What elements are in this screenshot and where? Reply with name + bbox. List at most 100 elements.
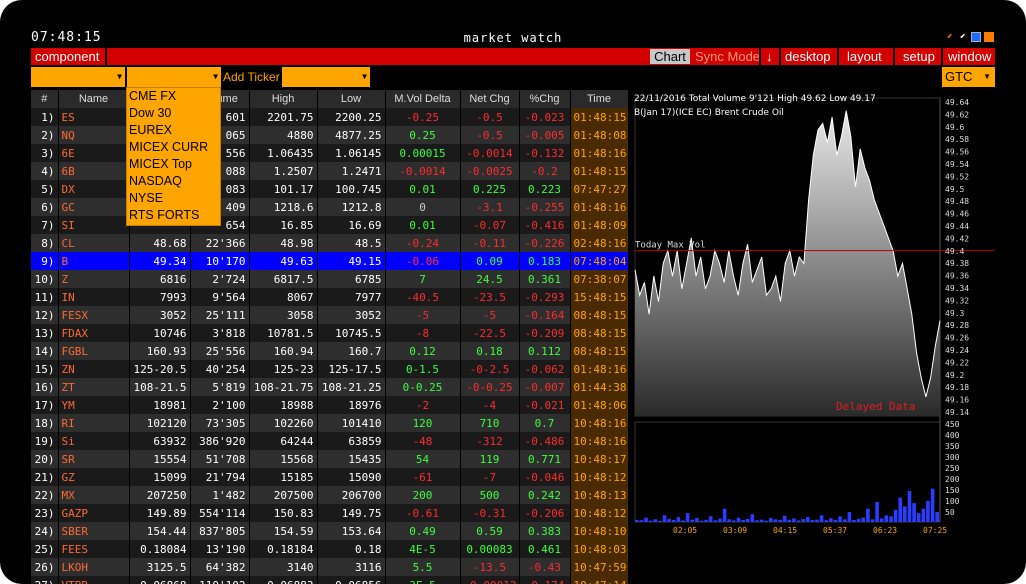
table-row[interactable]: 17) YM 18981 2'100 18988 18976 -2 -4 -0.021 01:48…	[31, 396, 629, 414]
table-row[interactable]: 23) GAZP 149.89 554'114 150.83 149.75 -0.61 -0.…	[31, 504, 629, 522]
chevron-down-icon: ▼	[362, 72, 367, 81]
price-tick-label: 49.38	[945, 259, 969, 268]
percent-change: -0.43	[519, 558, 571, 576]
table-row[interactable]: 2) NQ 065 4880 4877.25 0.25 -0.5 -0.005 01:48:08	[31, 126, 629, 144]
volume-tick-label: 450	[945, 420, 960, 429]
table-row[interactable]: 15) ZN 125-20.5 40'254 125-23 125-17.5 0-1.5 -0…	[31, 360, 629, 378]
column-header[interactable]: Net Chg	[460, 90, 520, 108]
table-row[interactable]: 26) LKOH 3125.5 64'382 3140 3116 5.5 -13.5 -0.43…	[31, 558, 629, 576]
table-row[interactable]: 3) 6E 556 1.06435 1.06145 0.00015 -0.0014 -0.13…	[31, 144, 629, 162]
net-change: -4	[460, 396, 520, 414]
table-row[interactable]: 4) 6B 088 1.2507 1.2471 -0.0014 -0.0025 -0.2 01:…	[31, 162, 629, 180]
last-time: 10:48:12	[570, 468, 629, 486]
last-time: 01:48:15	[570, 162, 629, 180]
net-change: 119	[460, 450, 520, 468]
dropdown-item[interactable]: Dow 30	[127, 105, 220, 122]
table-row[interactable]: 6) GC 409 1218.6 1212.8 0 -3.1 -0.255 01:48:16	[31, 198, 629, 216]
volume-delta: 54	[385, 450, 461, 468]
ticker-name: CL	[58, 234, 130, 252]
table-row[interactable]: 16) ZT 108-21.5 5'819 108-21.75 108-21.25 0-0.…	[31, 378, 629, 396]
ticker-name: GZ	[58, 468, 130, 486]
menu-layout[interactable]: layout	[847, 48, 882, 65]
dropdown-item[interactable]: NYSE	[127, 190, 220, 207]
dropdown-item[interactable]: EUREX	[127, 122, 220, 139]
component-select[interactable]: ▼	[31, 67, 125, 87]
low-price: 3052	[317, 306, 386, 324]
order-type-select[interactable]: GTC ▼	[942, 67, 995, 87]
sort-arrow-icon[interactable]: ↓	[766, 48, 773, 65]
high-price: 3140	[249, 558, 318, 576]
last-time: 01:44:38	[570, 378, 629, 396]
table-row[interactable]: 24) SBER 154.44 837'805 154.59 153.64 0.49 0.59…	[31, 522, 629, 540]
group-select[interactable]: ▼	[127, 67, 221, 87]
table-row[interactable]: 25) FEES 0.18084 13'190 0.18184 0.18 4E-5 0.000…	[31, 540, 629, 558]
restore-icon[interactable]	[971, 32, 981, 42]
volume-bar	[769, 518, 773, 522]
volume: 110'102	[190, 576, 250, 584]
table-row[interactable]: 14) FGBL 160.93 25'556 160.94 160.7 0.12 0.18 0.…	[31, 342, 629, 360]
table-row[interactable]: 5) DX 083 101.17 100.745 0.01 0.225 0.223 07:47:…	[31, 180, 629, 198]
menu-desktop[interactable]: desktop	[785, 48, 831, 65]
table-row[interactable]: 8) CL 48.68 22'366 48.98 48.5 -0.24 -0.11 -0.226…	[31, 234, 629, 252]
last-price: 18981	[129, 396, 191, 414]
row-number: 19)	[31, 432, 59, 450]
column-header[interactable]: M.Vol Delta	[385, 90, 461, 108]
price-tick-label: 49.6	[945, 123, 964, 132]
table-row[interactable]: 7) SI 654 16.85 16.69 0.01 -0.07 -0.416 01:48:09	[31, 216, 629, 234]
last-time: 10:47:59	[570, 558, 629, 576]
low-price: 160.7	[317, 342, 386, 360]
volume-delta: -40.5	[385, 288, 461, 306]
table-row[interactable]: 22) MX 207250 1'482 207500 206700 200 500 0.242 1…	[31, 486, 629, 504]
table-row[interactable]: 10) Z 6816 2'724 6817.5 6785 7 24.5 0.361 07:38:0…	[31, 270, 629, 288]
table-row[interactable]: 1) ES 601 2201.75 2200.25 -0.25 -0.5 -0.023 01:4…	[31, 108, 629, 126]
table-row[interactable]: 12) FESX 3052 25'111 3058 3052 -5 -5 -0.164 08:48…	[31, 306, 629, 324]
row-number: 7)	[31, 216, 59, 234]
chart-button[interactable]: Chart	[650, 49, 690, 64]
time-tick-label: 04:15	[773, 526, 797, 535]
sync-mode-button[interactable]: Sync Mode	[695, 48, 760, 65]
volume-bar	[912, 503, 916, 522]
column-header[interactable]: Time	[570, 90, 629, 108]
net-change: -0-0.25	[460, 378, 520, 396]
column-header[interactable]: #	[31, 90, 59, 108]
volume-delta: 0.25	[385, 126, 461, 144]
percent-change: -0.021	[519, 396, 571, 414]
minimize-icon[interactable]: ⬋	[958, 32, 968, 42]
column-header[interactable]: %Chg	[519, 90, 571, 108]
net-change: -0.5	[460, 126, 520, 144]
menu-window[interactable]: window	[948, 48, 991, 65]
net-change: -3.1	[460, 198, 520, 216]
menu-setup[interactable]: setup	[903, 48, 935, 65]
table-row[interactable]: 18) RI 102120 73'305 102260 101410 120 710 0.7 10…	[31, 414, 629, 432]
dropdown-item[interactable]: NASDAQ	[127, 173, 220, 190]
table-row[interactable]: 21) GZ 15099 21'794 15185 15090 -61 -7 -0.046 10:…	[31, 468, 629, 486]
menu-component[interactable]: component	[35, 48, 99, 65]
table-row[interactable]: 19) Si 63932 386'920 64244 63859 -48 -312 -0.486…	[31, 432, 629, 450]
chart-info: 22/11/2016 Total Volume 9'121 High 49.62…	[634, 94, 876, 104]
dropdown-item[interactable]: RTS FORTS	[127, 207, 220, 224]
table-row[interactable]: 13) FDAX 10746 3'818 10781.5 10745.5 -8 -22.5 -0…	[31, 324, 629, 342]
volume-bar	[690, 519, 695, 522]
low-price: 63859	[317, 432, 386, 450]
close-icon[interactable]	[984, 32, 994, 42]
column-header[interactable]: Name	[58, 90, 130, 108]
column-header[interactable]: Low	[317, 90, 386, 108]
volume-bar	[713, 520, 718, 522]
price-volume-chart[interactable]: Today Max Vol Delayed Data 49.64 49.62 49.6 4…	[628, 90, 995, 537]
dropdown-item[interactable]: MICEX Top	[127, 156, 220, 173]
dropdown-item[interactable]: MICEX CURR	[127, 139, 220, 156]
row-number: 24)	[31, 522, 59, 540]
last-price: 102120	[129, 414, 191, 432]
add-ticker-select[interactable]: ▼	[282, 67, 370, 87]
table-row[interactable]: 27)VTBR0.06868110'1020.068830.068563E-5-…	[31, 576, 629, 584]
net-change: -23.5	[460, 288, 520, 306]
column-header[interactable]: High	[249, 90, 318, 108]
pin-icon[interactable]: ⬋	[945, 32, 955, 42]
dropdown-item[interactable]: CME FX	[127, 88, 220, 105]
table-row[interactable]: 9) B 49.34 10'170 49.63 49.15 -0.06 0.09 0.183 07…	[31, 252, 629, 270]
table-row[interactable]: 11) IN 7993 9'564 8067 7977 -40.5 -23.5 -0.293 15…	[31, 288, 629, 306]
table-row[interactable]: 20) SR 15554 51'708 15568 15435 54 119 0.771 10:4…	[31, 450, 629, 468]
volume-bar	[921, 508, 926, 522]
max-vol-label: Today Max Vol	[635, 241, 705, 251]
high-price: 6817.5	[249, 270, 318, 288]
